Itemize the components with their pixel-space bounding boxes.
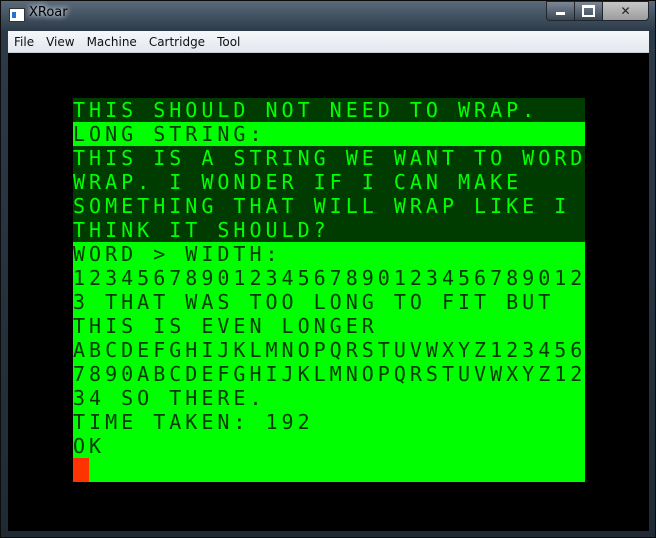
menu-machine[interactable]: Machine bbox=[81, 31, 143, 50]
maximize-button[interactable] bbox=[574, 1, 603, 21]
window-title: XRoar bbox=[29, 5, 68, 20]
screen-line: 12345678901234567890123456789012 bbox=[73, 266, 587, 290]
title-bar[interactable]: XRoar ✕ bbox=[1, 1, 655, 31]
screen-line: ABCDEFGHIJKLMNOPQRSTUVWXYZ123456 bbox=[73, 338, 587, 362]
screen-line: 7890ABCDEFGHIJKLMNOPQRSTUVWXYZ12 bbox=[73, 362, 587, 386]
close-icon: ✕ bbox=[620, 4, 631, 18]
close-button[interactable]: ✕ bbox=[602, 1, 649, 21]
screen-line: THIS IS A STRING WE WANT TO WORD bbox=[73, 146, 587, 170]
screen-line: LONG STRING: bbox=[73, 122, 266, 146]
screen-line: OK bbox=[73, 434, 106, 458]
screen-line: SOMETHING THAT WILL WRAP LIKE I bbox=[73, 194, 585, 218]
text-screen[interactable]: THIS SHOULD NOT NEED TO WRAP. LONG STRIN… bbox=[73, 98, 585, 482]
menu-bar: File View Machine Cartridge Tool bbox=[8, 31, 649, 53]
app-icon bbox=[9, 8, 25, 22]
screen-line: THIS IS EVEN LONGER bbox=[73, 314, 378, 338]
screen-line: 34 SO THERE. bbox=[73, 386, 266, 410]
maximize-icon bbox=[582, 5, 595, 17]
minimize-icon bbox=[556, 12, 565, 15]
menu-file[interactable]: File bbox=[8, 31, 40, 50]
screen-line: TIME TAKEN: 192 bbox=[73, 410, 314, 434]
screen-line: THINK IT SHOULD? bbox=[73, 218, 585, 242]
screen-line: WRAP. I WONDER IF I CAN MAKE bbox=[73, 170, 585, 194]
app-window: XRoar ✕ File View Machine Cartridge Tool THI… bbox=[0, 0, 656, 538]
menu-tool[interactable]: Tool bbox=[211, 31, 246, 50]
menu-view[interactable]: View bbox=[40, 31, 80, 50]
minimize-button[interactable] bbox=[546, 1, 575, 21]
screen-line: THIS SHOULD NOT NEED TO WRAP. bbox=[73, 98, 585, 122]
screen-line: WORD > WIDTH: bbox=[73, 242, 282, 266]
menu-cartridge[interactable]: Cartridge bbox=[143, 31, 211, 50]
screen-line: 3 THAT WAS TOO LONG TO FIT BUT bbox=[73, 290, 555, 314]
emulator-display[interactable]: THIS SHOULD NOT NEED TO WRAP. LONG STRIN… bbox=[8, 53, 649, 531]
text-cursor bbox=[73, 458, 89, 482]
